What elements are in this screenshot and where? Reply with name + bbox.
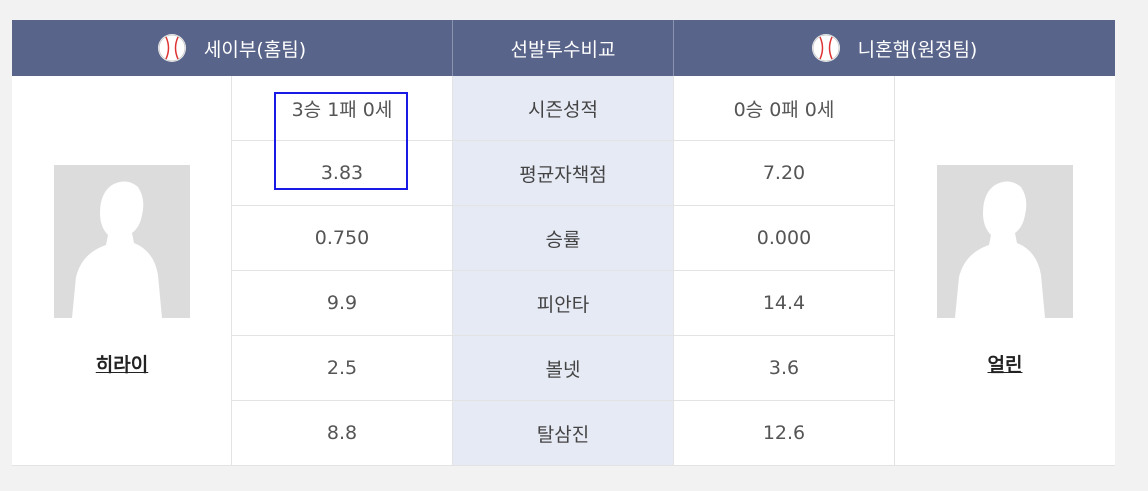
pitcher-comparison-table: 세이부(홈팀) 선발투수비교 니혼햄(원정팀) 히라이 얼린 3승 1패 0세 … — [12, 20, 1115, 466]
away-stat-era: 7.20 — [762, 162, 806, 184]
stat-label-hits: 피안타 — [453, 271, 673, 335]
baseball-icon — [811, 34, 840, 62]
person-silhouette-icon — [54, 165, 190, 318]
away-stat-winrate: 0.000 — [756, 227, 812, 249]
away-stat-walks: 3.6 — [768, 357, 800, 379]
compare-title: 선발투수비교 — [510, 38, 616, 61]
compare-header: 선발투수비교 — [453, 20, 673, 76]
away-stat-hits: 14.4 — [762, 292, 806, 314]
stat-label-winrate: 승률 — [453, 206, 673, 270]
away-stat-season: 0승 0패 0세 — [733, 98, 835, 121]
away-pitcher-name[interactable]: 얼린 — [937, 350, 1073, 377]
home-stat-walks: 2.5 — [326, 357, 358, 379]
away-pitcher-photo — [937, 165, 1073, 318]
home-stat-hits: 9.9 — [326, 292, 358, 314]
stat-label-season: 시즌성적 — [453, 76, 673, 140]
home-team-header: 세이부(홈팀) — [12, 20, 452, 76]
home-stat-winrate: 0.750 — [314, 227, 370, 249]
home-stat-strikeouts: 8.8 — [326, 422, 358, 444]
home-team-label: 세이부(홈팀) — [203, 38, 307, 61]
home-pitcher-name[interactable]: 히라이 — [54, 350, 190, 377]
stat-label-strikeouts: 탈삼진 — [453, 401, 673, 465]
home-pitcher-photo — [54, 165, 190, 318]
person-silhouette-icon — [937, 165, 1073, 318]
baseball-icon — [157, 34, 186, 62]
away-team-header: 니혼햄(원정팀) — [674, 20, 1115, 76]
away-team-label: 니혼햄(원정팀) — [857, 38, 978, 61]
stat-label-era: 평균자책점 — [453, 141, 673, 205]
selection-highlight-box — [274, 92, 408, 190]
away-stat-strikeouts: 12.6 — [762, 422, 806, 444]
stat-label-walks: 볼넷 — [453, 336, 673, 400]
